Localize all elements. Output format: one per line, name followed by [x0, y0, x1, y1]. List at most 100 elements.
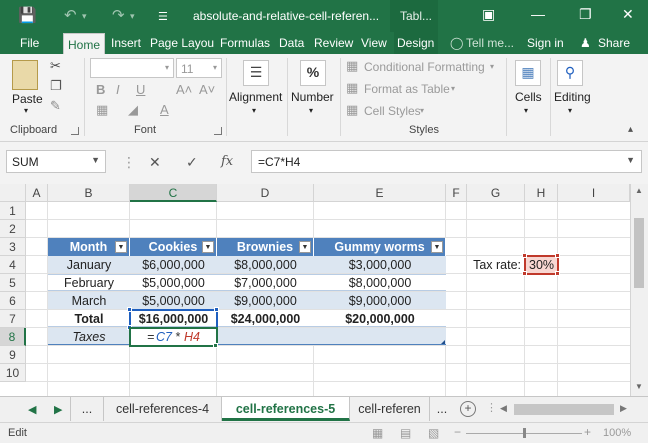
ref-corner-handle[interactable] [522, 271, 527, 276]
cells-icon[interactable]: ▦ [515, 60, 541, 86]
tax-rate-label[interactable]: Tax rate: [467, 256, 525, 274]
tab-insert[interactable]: Insert [111, 32, 141, 54]
zoom-in-icon[interactable]: + [584, 425, 591, 439]
ribbon-display-icon[interactable]: ▣ [482, 6, 495, 23]
sheet-tab-cell-references-4[interactable]: cell-references-4 [104, 397, 222, 421]
total-label[interactable]: Total [48, 310, 130, 328]
column-header-d[interactable]: D [217, 184, 314, 202]
number-button[interactable]: Number [291, 90, 334, 104]
table-cell[interactable]: February [48, 274, 130, 292]
share-button[interactable]: Share [598, 32, 630, 54]
row-header-5[interactable]: 5 [0, 274, 26, 292]
vertical-scroll-thumb[interactable] [634, 218, 644, 288]
ref-corner-handle[interactable] [555, 271, 560, 276]
table-cell[interactable]: $8,000,000 [217, 256, 314, 274]
scroll-down-icon[interactable]: ▼ [635, 382, 643, 391]
name-box-dropdown-icon[interactable]: ▼ [91, 155, 100, 165]
total-brownies[interactable]: $24,000,000 [217, 310, 314, 328]
bold-icon[interactable]: B [96, 82, 105, 97]
minimize-icon[interactable]: — [531, 6, 545, 22]
filter-dropdown-icon[interactable]: ▼ [299, 241, 311, 253]
table-cell[interactable]: $7,000,000 [217, 274, 314, 292]
row-header-10[interactable]: 10 [0, 364, 26, 382]
tell-me-box[interactable]: Tell me... [466, 32, 514, 54]
normal-view-icon[interactable]: ▦ [372, 426, 383, 440]
alignment-icon[interactable]: ☰ [243, 60, 269, 86]
customize-toolbar-icon[interactable]: ☰ [158, 10, 168, 23]
table-cell[interactable]: January [48, 256, 130, 274]
fill-color-icon[interactable]: ◢ [128, 102, 138, 118]
table-resize-handle[interactable] [441, 340, 445, 344]
number-dropdown-icon[interactable]: ▾ [309, 106, 313, 115]
row-header-7[interactable]: 7 [0, 310, 26, 328]
total-cookies[interactable]: $16,000,000 [130, 310, 217, 328]
active-cell-c8[interactable]: = C7 * H4 [129, 327, 218, 347]
font-name-dropdown-icon[interactable]: ▾ [165, 63, 169, 72]
ref-corner-handle[interactable] [214, 307, 219, 312]
scroll-up-icon[interactable]: ▲ [635, 186, 643, 195]
alignment-button[interactable]: Alignment [229, 90, 282, 104]
ref-corner-handle[interactable] [127, 307, 132, 312]
row-header-2[interactable]: 2 [0, 220, 26, 238]
zoom-out-icon[interactable]: − [454, 425, 461, 439]
column-header-a[interactable]: A [26, 184, 48, 202]
prev-sheet-icon[interactable]: ◀ [28, 403, 36, 416]
cell-styles-dropdown-icon[interactable]: ▾ [420, 106, 424, 115]
column-header-g[interactable]: G [467, 184, 525, 202]
filter-dropdown-icon[interactable]: ▼ [115, 241, 127, 253]
table-cell[interactable]: $5,000,000 [130, 274, 217, 292]
conditional-formatting-dropdown-icon[interactable]: ▾ [490, 62, 494, 71]
table-header-gummy-worms[interactable]: Gummy worms ▼ [314, 238, 446, 256]
column-header-c[interactable]: C [130, 184, 217, 202]
total-gummy-worms[interactable]: $20,000,000 [314, 310, 446, 328]
cells-dropdown-icon[interactable]: ▾ [524, 106, 528, 115]
close-icon[interactable]: ✕ [622, 6, 634, 23]
paste-dropdown-icon[interactable]: ▾ [24, 106, 28, 115]
tab-split-icon[interactable]: ⋮ [486, 401, 497, 414]
column-header-i[interactable]: I [558, 184, 630, 202]
next-sheet-icon[interactable]: ▶ [54, 403, 62, 416]
more-sheets-button[interactable]: ... [70, 397, 104, 421]
cut-icon[interactable]: ✂ [50, 58, 61, 74]
fill-handle[interactable] [213, 343, 218, 348]
table-cell[interactable]: $8,000,000 [314, 274, 446, 292]
ref-corner-handle[interactable] [522, 253, 527, 258]
worksheet-grid[interactable]: A B C D E F G H I 1 2 3 4 5 6 7 8 9 10 M… [0, 184, 648, 396]
ref-corner-handle[interactable] [555, 253, 560, 258]
font-launcher-icon[interactable] [214, 127, 222, 135]
copy-icon[interactable]: ❐ [50, 78, 62, 94]
page-layout-view-icon[interactable]: ▤ [400, 426, 411, 440]
row-header-9[interactable]: 9 [0, 346, 26, 364]
zoom-slider-thumb[interactable] [523, 428, 526, 438]
font-color-icon[interactable]: A [160, 102, 169, 117]
paste-icon[interactable] [12, 60, 38, 90]
cancel-icon[interactable]: ✕ [149, 154, 161, 171]
tab-review[interactable]: Review [314, 32, 353, 54]
row-header-3[interactable]: 3 [0, 238, 26, 256]
taxes-label[interactable]: Taxes [48, 328, 130, 346]
enter-icon[interactable]: ✓ [186, 154, 198, 171]
row-header-6[interactable]: 6 [0, 292, 26, 310]
row-header-8[interactable]: 8 [0, 328, 26, 346]
select-all-corner[interactable] [0, 184, 26, 202]
format-as-table-dropdown-icon[interactable]: ▾ [451, 84, 455, 93]
name-box[interactable]: SUM ▼ [6, 150, 106, 173]
expand-formula-icon[interactable]: ▼ [626, 155, 635, 165]
sign-in-link[interactable]: Sign in [527, 32, 564, 54]
font-size-dropdown-icon[interactable]: ▾ [213, 63, 217, 72]
redo-dropdown-icon[interactable]: ▾ [130, 11, 135, 22]
more-sheets-right-button[interactable]: ... [430, 397, 454, 421]
format-painter-icon[interactable]: ✎ [50, 98, 61, 114]
table-cell[interactable]: $3,000,000 [314, 256, 446, 274]
undo-icon[interactable]: ↶ [64, 6, 77, 24]
new-sheet-icon[interactable]: + [460, 401, 476, 417]
editing-dropdown-icon[interactable]: ▾ [568, 106, 572, 115]
share-icon[interactable]: ♟ [580, 32, 591, 54]
column-header-e[interactable]: E [314, 184, 446, 202]
tab-file[interactable]: File [20, 32, 39, 54]
font-size-box[interactable]: 11 ▾ [176, 58, 222, 78]
paste-button[interactable]: Paste [12, 92, 43, 106]
alignment-dropdown-icon[interactable]: ▾ [252, 106, 256, 115]
number-format-icon[interactable]: % [300, 60, 326, 86]
clipboard-launcher-icon[interactable] [71, 127, 79, 135]
